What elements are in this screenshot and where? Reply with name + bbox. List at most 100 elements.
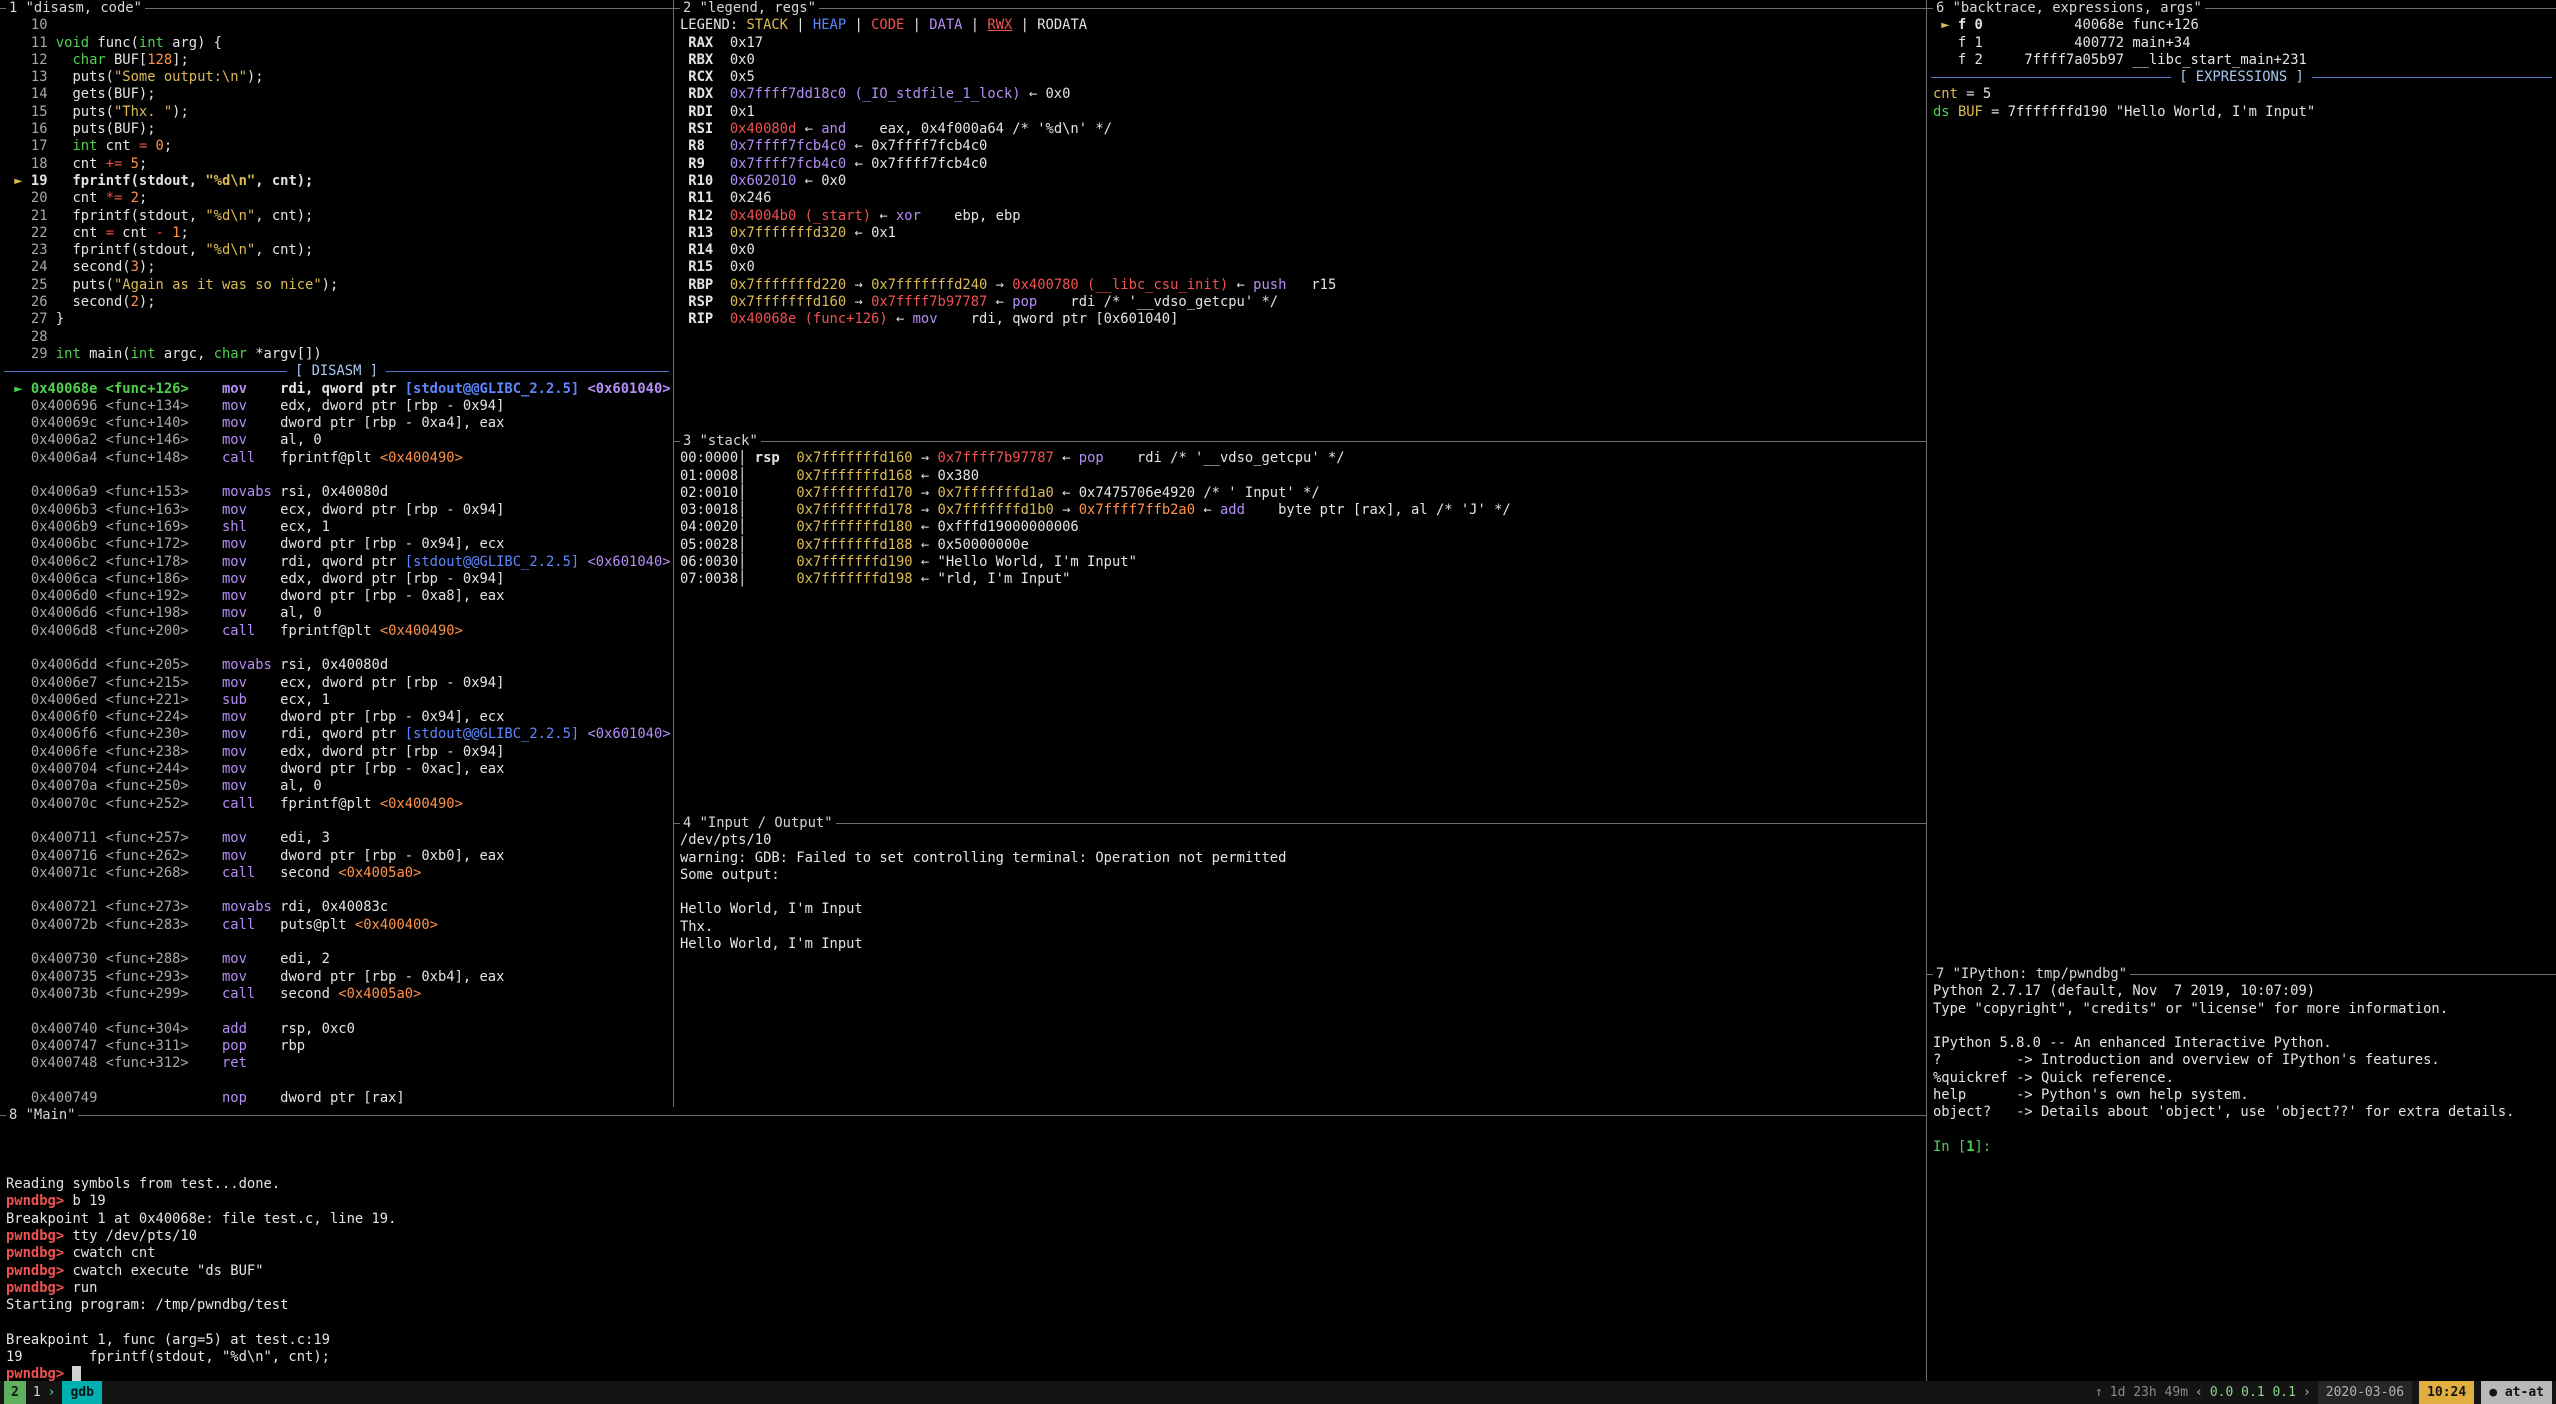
terminal-line: 0x400730 <func+288> mov edi, 2: [6, 951, 673, 968]
terminal-line: ds BUF = 7fffffffd190 "Hello World, I'm …: [1933, 104, 2556, 121]
text-segment: [247, 1055, 280, 1071]
text-segment: mov: [222, 951, 247, 967]
terminal-line: 0x4006f0 <func+224> mov dword ptr [rbp -…: [6, 709, 673, 726]
text-segment: ecx, dword ptr [rbp - 0x94]: [280, 502, 504, 518]
terminal-line: ► f 0 40068e func+126: [1933, 17, 2556, 34]
text-segment: [247, 1021, 280, 1037]
text-segment: 0x400696 <func+134>: [6, 398, 189, 414]
text-segment: 0: [156, 138, 164, 154]
text-segment: 0x7fffffffd160: [796, 450, 912, 466]
terminal-line: 02:0010│ 0x7fffffffd170 → 0x7fffffffd1a0…: [680, 485, 1926, 502]
text-segment: al, 0: [280, 605, 322, 621]
text-segment: mov: [222, 554, 247, 570]
clock-text: 10:24: [2419, 1381, 2474, 1404]
text-segment: 18: [6, 156, 72, 172]
text-segment: 2: [131, 190, 139, 206]
terminal-line: 0x4006a2 <func+146> mov al, 0: [6, 432, 673, 449]
text-segment: cwatch execute "ds BUF": [72, 1263, 263, 1279]
text-segment: ←: [913, 554, 938, 570]
uptime-icon: ↑: [2095, 1381, 2103, 1404]
text-segment: mov: [222, 588, 247, 604]
text-segment: [247, 571, 280, 587]
terminal-line: Reading symbols from test...done.: [6, 1176, 1926, 1193]
text-segment: RDX: [680, 86, 730, 102]
pane-border-stack: 3 "stack": [674, 433, 1926, 450]
terminal-line: 01:0008│ 0x7fffffffd168 ← 0x380: [680, 468, 1926, 485]
text-segment: 20: [6, 190, 72, 206]
window-name-gdb[interactable]: gdb: [62, 1381, 101, 1404]
text-segment: 01:0008: [680, 468, 738, 484]
text-segment: +=: [106, 156, 123, 172]
text-segment: |: [962, 17, 987, 33]
text-segment: [122, 190, 130, 206]
pane-main-gdb-console[interactable]: 8 "Main" Reading symbols from test...don…: [0, 1107, 1926, 1381]
pane-disasm-code[interactable]: 1 "disasm, code" 10 11 void func(int arg…: [0, 0, 673, 1107]
text-segment: pwndbg>: [6, 1228, 72, 1244]
text-segment: [255, 986, 280, 1002]
text-segment: 27: [6, 311, 56, 327]
text-segment: <0x400490>: [380, 623, 463, 639]
text-segment: |: [846, 17, 871, 33]
text-segment: /* 'J' */: [1436, 502, 1511, 518]
text-segment: →: [913, 502, 938, 518]
terminal-line: [6, 813, 673, 830]
text-segment: rdi, qword ptr: [280, 381, 405, 397]
terminal-line: LEGEND: STACK | HEAP | CODE | DATA | RWX…: [680, 17, 1926, 34]
terminal-line: [1933, 1018, 2556, 1035]
terminal-line: [1933, 1122, 2556, 1139]
text-segment: 0x7fffffffd180: [796, 519, 912, 535]
terminal-line: R13 0x7fffffffd320 ← 0x1: [680, 225, 1926, 242]
pane-ipython[interactable]: 7 "IPython: tmp/pwndbg" Python 2.7.17 (d…: [1926, 966, 2556, 1381]
text-segment: ←: [1195, 502, 1220, 518]
text-segment: |: [788, 17, 813, 33]
text-segment: 0x7fffffffd240: [871, 277, 987, 293]
pane-stack[interactable]: 3 "stack" 00:0000│ rsp 0x7fffffffd160 → …: [673, 433, 1926, 815]
text-segment: rbp: [280, 1038, 305, 1054]
text-segment: [189, 951, 222, 967]
text-segment: │: [738, 502, 796, 518]
terminal-line: /dev/pts/10: [680, 832, 1926, 849]
text-segment: [189, 519, 222, 535]
terminal-line: 25 puts("Again as it was so nice");: [6, 277, 673, 294]
text-segment: int: [131, 346, 156, 362]
text-segment: [255, 917, 280, 933]
pane-border-backtrace: 6 "backtrace, expressions, args": [1927, 0, 2556, 17]
terminal-line: [6, 640, 673, 657]
text-segment: [247, 675, 280, 691]
terminal-line: 28: [6, 329, 673, 346]
text-segment: 0x40070a <func+250>: [6, 778, 189, 794]
text-segment: 0x400711 <func+257>: [6, 830, 189, 846]
text-segment: mov: [222, 502, 247, 518]
text-segment: f 1: [1958, 35, 1983, 51]
text-segment: 17: [6, 138, 72, 154]
text-segment: [247, 605, 280, 621]
text-segment: second: [280, 865, 338, 881]
text-segment: push: [1253, 277, 1286, 293]
text-segment: 0x7ffff7fcb4c0: [730, 156, 846, 172]
text-segment: rdi, 0x40083c: [280, 899, 388, 915]
text-segment: 0x0: [1046, 86, 1071, 102]
terminal-line: 05:0028│ 0x7fffffffd188 ← 0x50000000e: [680, 537, 1926, 554]
pane-backtrace-expressions[interactable]: 6 "backtrace, expressions, args" ► f 0 4…: [1926, 0, 2556, 966]
text-segment: →: [987, 277, 1012, 293]
text-segment: eax, 0x4f000a64: [846, 121, 1012, 137]
text-segment: pwndbg>: [6, 1245, 72, 1261]
text-segment: 0x40072b <func+283>: [6, 917, 189, 933]
pane-legend-regs[interactable]: 2 "legend, regs" LEGEND: STACK | HEAP | …: [673, 0, 1926, 433]
pane-input-output[interactable]: 4 "Input / Output" /dev/pts/10warning: G…: [673, 815, 1926, 1107]
text-segment: fprintf(stdout,: [72, 242, 205, 258]
text-segment: "Thx. ": [114, 104, 172, 120]
text-segment: ←: [846, 138, 871, 154]
text-segment: pwndbg>: [6, 1193, 72, 1209]
text-segment: dword ptr [rbp - 0xa8], eax: [280, 588, 504, 604]
terminal-line: [6, 882, 673, 899]
text-segment: 0x7fffffffd170: [796, 485, 912, 501]
text-segment: 25: [6, 277, 72, 293]
text-segment: 0x400780 (__libc_csu_init): [1012, 277, 1228, 293]
pane-title-main: 8 "Main": [6, 1107, 78, 1124]
text-segment: [122, 156, 130, 172]
text-segment: <0x4005a0>: [338, 865, 421, 881]
text-segment: mov: [222, 761, 247, 777]
session-badge[interactable]: 2: [4, 1381, 26, 1404]
text-segment: 0x40068e (func+126): [730, 311, 888, 327]
